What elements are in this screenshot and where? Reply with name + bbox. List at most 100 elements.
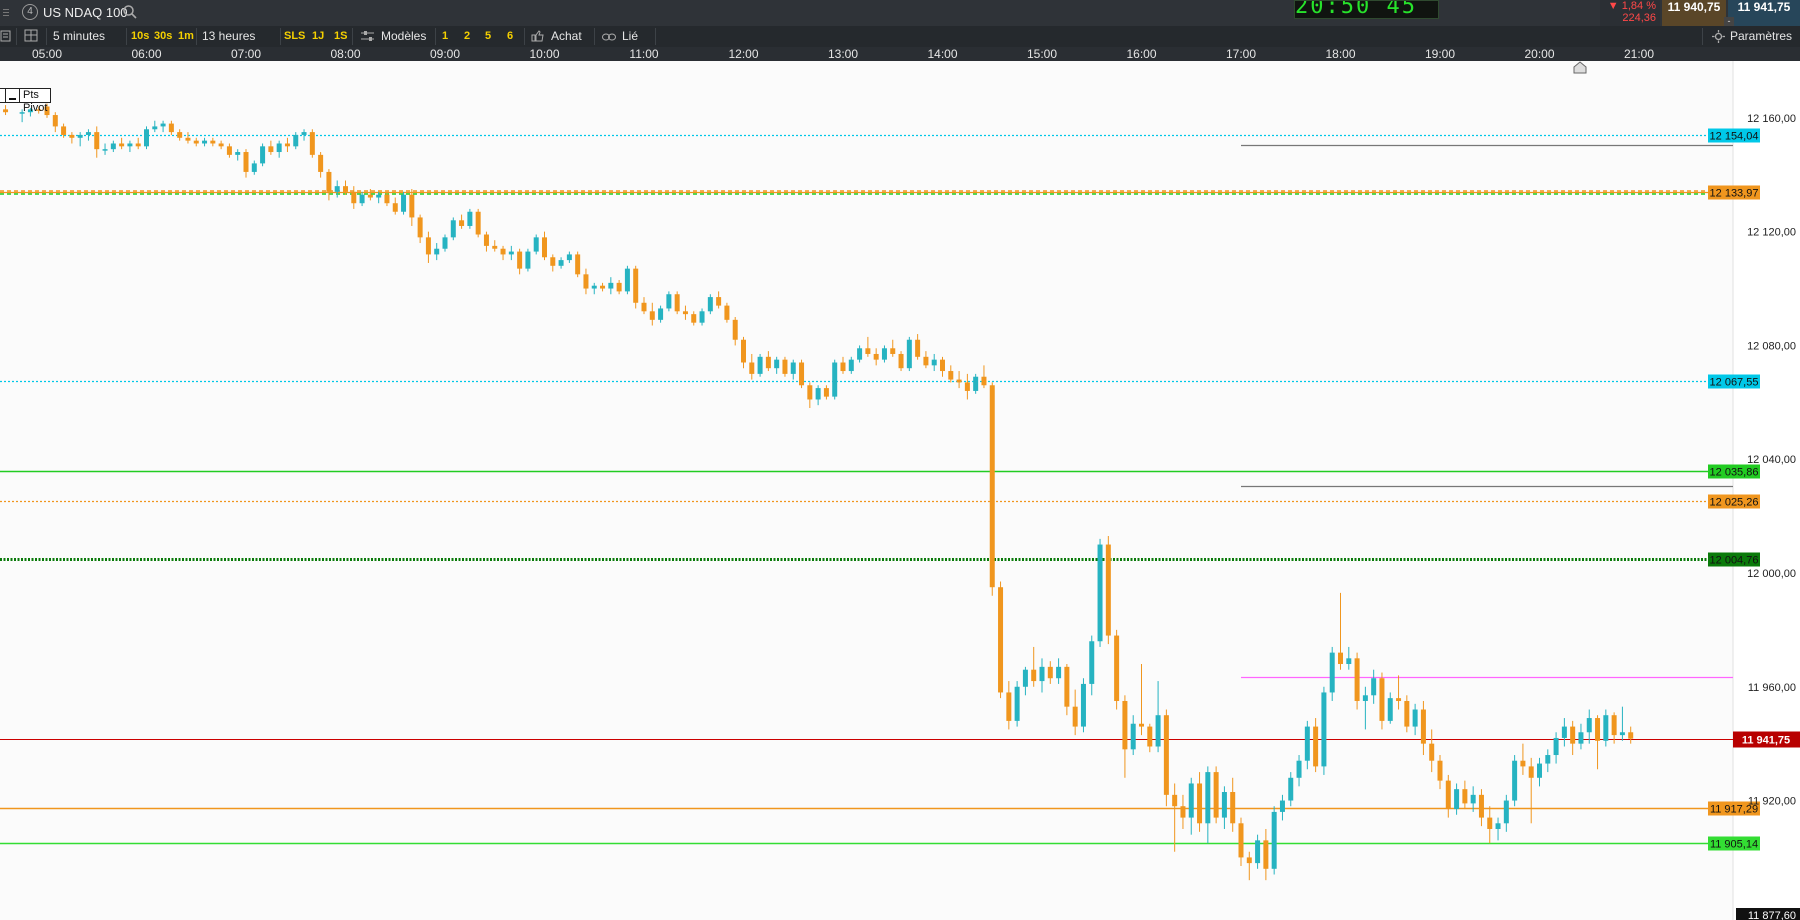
candle-body: [1420, 709, 1426, 744]
candle-body: [931, 359, 937, 366]
candle-body: [77, 134, 83, 138]
layout-1-button[interactable]: 1: [442, 30, 448, 42]
candle: [533, 234, 539, 255]
candle-body: [898, 353, 904, 369]
candle-body: [1321, 692, 1327, 767]
change-panel: ▼ 1,84 % 224,36: [1600, 0, 1660, 26]
candle-body: [550, 257, 556, 266]
layout-2-button[interactable]: 2: [464, 30, 470, 42]
duration-select[interactable]: 13 heures: [202, 29, 255, 43]
candle: [666, 291, 672, 312]
candle-body: [177, 132, 183, 138]
candle-body: [591, 285, 597, 289]
candle-body: [658, 308, 664, 320]
pivot-level-label: 12 004,76: [1710, 555, 1759, 567]
link-icon: [602, 31, 616, 45]
price-chart[interactable]: 12 154,0412 133,9712 067,5512 035,8612 0…: [0, 61, 1800, 920]
gear-icon: [1712, 30, 1725, 46]
candle-body: [1139, 723, 1144, 727]
candle-body: [1014, 686, 1020, 721]
drag-handle-icon[interactable]: [0, 0, 14, 26]
sliders-svg: [361, 31, 374, 41]
candle-body: [923, 356, 929, 366]
settings-button[interactable]: Paramètres: [1730, 29, 1792, 43]
candle-body: [152, 126, 158, 130]
minimize-bar: [9, 98, 16, 100]
candle-body: [1180, 806, 1186, 818]
candle: [998, 581, 1004, 699]
candle-body: [525, 251, 531, 269]
candle-body: [417, 217, 423, 238]
link-svg: [602, 33, 616, 41]
candle-body: [1537, 763, 1542, 778]
candle: [782, 356, 788, 377]
linked-button[interactable]: Lié: [622, 29, 638, 43]
divider: [126, 28, 127, 45]
candle-body: [1279, 800, 1285, 812]
candle-body: [517, 251, 523, 269]
candle-body: [226, 146, 232, 155]
candle-body: [682, 311, 688, 315]
candle-body: [1437, 760, 1443, 781]
pivot-level-label: 12 067,55: [1710, 377, 1759, 389]
price-tick-label: 12 000,00: [1747, 568, 1796, 580]
candle-body: [1122, 700, 1128, 750]
time-tick-label: 16:00: [1126, 47, 1157, 61]
candle-body: [1495, 823, 1501, 829]
candle-body: [185, 137, 191, 141]
instrument-name[interactable]: US NDAQ 100: [43, 5, 128, 20]
candle-body: [127, 143, 133, 147]
candle-body: [1329, 652, 1335, 693]
candle-body: [1288, 777, 1294, 801]
candle-body: [998, 587, 1004, 693]
bid-price-button[interactable]: 11 940,75: [1662, 0, 1726, 26]
range-1s-button[interactable]: 1S: [334, 30, 347, 42]
range-1j-button[interactable]: 1J: [312, 30, 324, 42]
buy-button[interactable]: Achat: [551, 29, 582, 43]
interval-1m-button[interactable]: 1m: [178, 30, 194, 42]
candle-body: [135, 143, 141, 147]
bid-price: 11 940,75: [1667, 0, 1721, 14]
candle: [1097, 538, 1103, 647]
candle-body: [318, 154, 324, 172]
ask-price-button[interactable]: 11 941,75: [1728, 0, 1800, 26]
candle-body: [873, 353, 879, 360]
layout-5-button[interactable]: 5: [485, 30, 491, 42]
layout-6-button[interactable]: 6: [507, 30, 513, 42]
candle-body: [1221, 792, 1227, 818]
candle-body: [1429, 743, 1435, 761]
time-tick-label: 20:00: [1524, 47, 1555, 61]
last-price-label: 11 941,75: [1742, 735, 1790, 747]
candle-body: [284, 143, 290, 147]
axis-bottom-label: 11 877,60: [1748, 910, 1796, 920]
layout-grid-icon[interactable]: [24, 29, 39, 46]
instrument-number-badge[interactable]: 4: [22, 4, 38, 20]
candle-body: [741, 339, 746, 363]
candle-body: [1205, 772, 1211, 824]
candle-body: [948, 371, 954, 380]
candle: [757, 353, 763, 377]
search-icon[interactable]: [122, 4, 138, 25]
candle-body: [1238, 823, 1244, 858]
candle-body: [848, 359, 854, 372]
interval-30s-button[interactable]: 30s: [154, 30, 172, 42]
candle-body: [268, 146, 274, 153]
candle-body: [1072, 706, 1078, 727]
list-icon[interactable]: [0, 30, 12, 45]
collapse-minus[interactable]: -: [1724, 17, 1734, 26]
interval-10s-button[interactable]: 10s: [131, 30, 149, 42]
candle-body: [782, 359, 788, 374]
candle-body: [915, 339, 921, 357]
models-button[interactable]: Modèles: [381, 29, 426, 43]
candle-body: [558, 260, 564, 266]
candle-body: [434, 248, 440, 255]
candle-body: [309, 132, 315, 155]
candle-body: [1313, 726, 1319, 767]
candle-body: [823, 388, 829, 397]
candle-body: [144, 129, 149, 147]
range-sls-button[interactable]: SLS: [284, 30, 305, 42]
interval-select[interactable]: 5 minutes: [53, 29, 105, 43]
pivot-level-label: 12 025,26: [1710, 497, 1759, 509]
candle-body: [956, 379, 962, 383]
candle-body: [881, 348, 887, 360]
